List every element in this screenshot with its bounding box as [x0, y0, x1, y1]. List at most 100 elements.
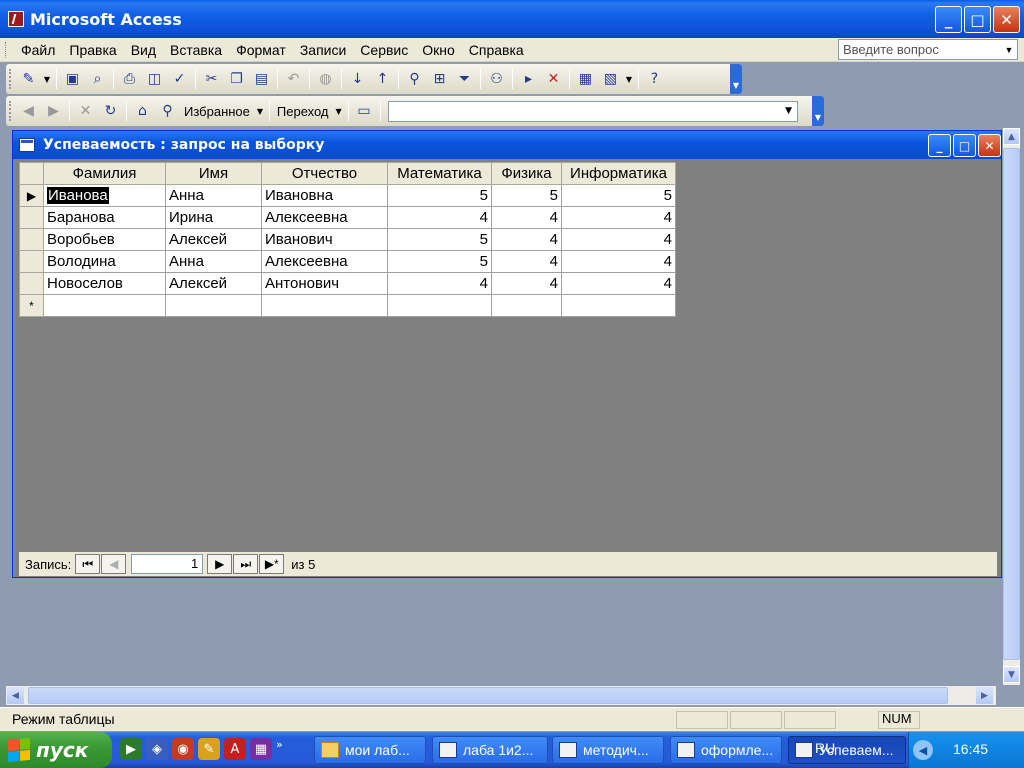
pdf-reader-icon[interactable]: A — [224, 738, 246, 760]
language-indicator[interactable]: RU — [815, 740, 835, 756]
apply-filter-icon[interactable]: ⏷ — [453, 68, 476, 91]
menu-window[interactable]: Окно — [415, 42, 462, 58]
menu-format[interactable]: Формат — [229, 42, 293, 58]
favorites-menu[interactable]: Избранное — [180, 104, 254, 119]
cell-lastname[interactable]: Воробьев — [43, 228, 166, 251]
cell-informatics[interactable]: 4 — [561, 228, 676, 251]
scroll-up-icon[interactable]: ▲ — [1003, 128, 1020, 145]
column-header-lastname[interactable]: Фамилия — [43, 162, 166, 185]
toolbar-grip[interactable] — [9, 101, 12, 121]
show-hidden-icons-icon[interactable]: ◀ — [913, 740, 933, 760]
new-cell[interactable] — [165, 294, 262, 317]
database-window-icon[interactable]: ▦ — [574, 68, 597, 91]
column-header-patronymic[interactable]: Отчество — [261, 162, 388, 185]
cell-math[interactable]: 5 — [387, 228, 492, 251]
new-cell[interactable] — [43, 294, 166, 317]
cell-patronymic[interactable]: Антонович — [261, 272, 388, 295]
spelling-icon[interactable]: ✓ — [168, 68, 191, 91]
file-search-icon[interactable]: ⌕ — [86, 68, 109, 91]
menu-insert[interactable]: Вставка — [163, 42, 229, 58]
cell-informatics[interactable]: 4 — [561, 272, 676, 295]
cell-firstname[interactable]: Алексей — [165, 272, 262, 295]
menubar-grip[interactable] — [5, 42, 8, 58]
menu-edit[interactable]: Правка — [62, 42, 123, 58]
find-icon[interactable]: ⚇ — [485, 68, 508, 91]
help-question-input[interactable]: Введите вопрос ▼ — [838, 39, 1018, 60]
cell-lastname[interactable]: Баранова — [43, 206, 166, 229]
new-record-icon[interactable]: ▸ — [517, 68, 540, 91]
cell-lastname[interactable]: Иванова — [43, 184, 166, 207]
address-input[interactable]: ▼ — [387, 100, 798, 122]
scroll-right-icon[interactable]: ▶ — [976, 687, 993, 704]
record-selector[interactable] — [19, 272, 44, 295]
previous-record-button[interactable]: ◀ — [101, 554, 127, 574]
cell-math[interactable]: 4 — [387, 272, 492, 295]
menu-tools[interactable]: Сервис — [353, 42, 415, 58]
vertical-scrollbar[interactable]: ▲ ▼ — [1003, 128, 1020, 685]
column-header-firstname[interactable]: Имя — [165, 162, 262, 185]
filter-by-form-icon[interactable]: ⊞ — [428, 68, 451, 91]
copy-icon[interactable]: ❐ — [225, 68, 248, 91]
column-header-math[interactable]: Математика — [387, 162, 492, 185]
toolbar-options-icon[interactable]: ▼ — [812, 96, 824, 126]
cell-firstname[interactable]: Ирина — [165, 206, 262, 229]
query-icon[interactable] — [19, 138, 35, 152]
hyperlink-icon[interactable]: ◍ — [314, 68, 337, 91]
cell-patronymic[interactable]: Алексеевна — [261, 250, 388, 273]
child-close-button[interactable]: ✕ — [978, 134, 1001, 157]
horizontal-scroll-thumb[interactable] — [28, 687, 948, 704]
sort-descending-icon[interactable]: ↑ — [371, 68, 394, 91]
refresh-icon[interactable]: ↻ — [99, 100, 122, 123]
new-cell[interactable] — [561, 294, 676, 317]
clock[interactable]: 16:45 — [953, 741, 988, 757]
stop-icon[interactable]: ✕ — [74, 100, 97, 123]
cell-informatics[interactable]: 5 — [561, 184, 676, 207]
horizontal-scrollbar[interactable]: ◀ ▶ — [6, 686, 996, 705]
cell-informatics[interactable]: 4 — [561, 250, 676, 273]
record-selector[interactable] — [19, 206, 44, 229]
search-web-icon[interactable]: ⚲ — [156, 100, 179, 123]
menu-view[interactable]: Вид — [124, 42, 163, 58]
browser-icon[interactable]: ◉ — [172, 738, 194, 760]
scroll-down-icon[interactable]: ▼ — [1003, 666, 1020, 683]
record-selector-current[interactable]: ▶ — [19, 184, 44, 207]
goto-menu[interactable]: Переход — [273, 104, 333, 119]
scroll-left-icon[interactable]: ◀ — [7, 687, 24, 704]
cell-informatics[interactable]: 4 — [561, 206, 676, 229]
child-maximize-button[interactable]: □ — [953, 134, 976, 157]
paste-icon[interactable]: ▤ — [250, 68, 273, 91]
taskbar-item-folder[interactable]: мои лаб... — [314, 736, 426, 764]
menu-help[interactable]: Справка — [462, 42, 531, 58]
close-button[interactable]: ✕ — [993, 6, 1020, 33]
new-object-icon[interactable]: ▧ — [599, 68, 622, 91]
child-minimize-button[interactable]: _ — [928, 134, 951, 157]
taskbar-item-word-1[interactable]: методич... — [552, 736, 664, 764]
cell-firstname[interactable]: Алексей — [165, 228, 262, 251]
chevron-down-icon[interactable]: ▼ — [781, 102, 797, 121]
chevron-down-icon[interactable]: ▼ — [624, 68, 634, 91]
new-record-button[interactable]: ▶* — [259, 554, 285, 574]
print-icon[interactable]: ⎙ — [118, 68, 141, 91]
column-header-informatics[interactable]: Информатика — [561, 162, 676, 185]
delete-record-icon[interactable]: ✕ — [542, 68, 565, 91]
cell-patronymic[interactable]: Ивановна — [261, 184, 388, 207]
toolbar-options-icon[interactable]: ▼ — [730, 64, 742, 94]
sort-ascending-icon[interactable]: ↓ — [346, 68, 369, 91]
menu-records[interactable]: Записи — [293, 42, 353, 58]
cell-physics[interactable]: 4 — [491, 228, 562, 251]
tool-shortcut-icon[interactable]: ✎ — [198, 738, 220, 760]
access-app-icon[interactable] — [8, 11, 24, 27]
new-cell[interactable] — [491, 294, 562, 317]
new-cell[interactable] — [387, 294, 492, 317]
cell-patronymic[interactable]: Иванович — [261, 228, 388, 251]
column-header-physics[interactable]: Физика — [491, 162, 562, 185]
new-record-selector[interactable]: * — [19, 294, 44, 317]
home-icon[interactable]: ⌂ — [131, 100, 154, 123]
record-selector[interactable] — [19, 228, 44, 251]
start-button[interactable]: пуск — [0, 732, 112, 768]
cut-icon[interactable]: ✂ — [200, 68, 223, 91]
program-shortcut-icon[interactable]: ▦ — [250, 738, 272, 760]
first-record-button[interactable]: ⏮ — [75, 554, 101, 574]
taskbar-item-word-2[interactable]: оформле... — [670, 736, 782, 764]
cell-math[interactable]: 5 — [387, 184, 492, 207]
